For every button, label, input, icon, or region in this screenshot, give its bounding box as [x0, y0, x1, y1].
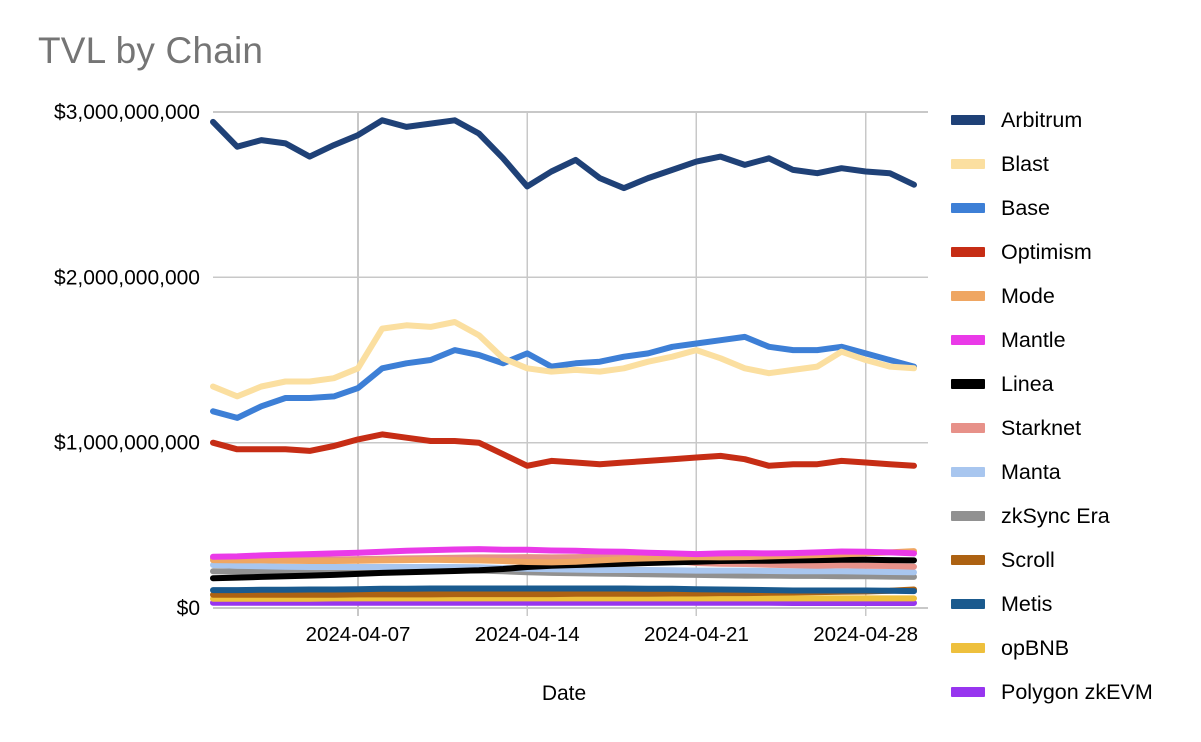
- legend-item-label: Polygon zkEVM: [1001, 679, 1153, 704]
- x-axis-tick-label: 2024-04-14: [475, 623, 580, 646]
- legend-item-manta[interactable]: Manta: [951, 450, 1201, 494]
- legend-swatch-icon: [951, 687, 985, 697]
- legend-item-starknet[interactable]: Starknet: [951, 406, 1201, 450]
- legend-item-arbitrum[interactable]: Arbitrum: [951, 98, 1201, 142]
- legend-item-optimism[interactable]: Optimism: [951, 230, 1201, 274]
- legend-item-label: Base: [1001, 195, 1051, 220]
- x-axis-title: Date: [542, 682, 586, 705]
- legend-swatch-icon: [951, 467, 985, 477]
- legend-item-metis[interactable]: Metis: [951, 582, 1201, 626]
- x-axis-tick-label: 2024-04-21: [644, 623, 749, 646]
- legend-swatch-icon: [951, 423, 985, 433]
- series-line-optimism: [210, 431, 917, 469]
- series-line-blast: [210, 319, 917, 400]
- legend-item-label: Manta: [1001, 459, 1061, 484]
- legend-item-label: Mode: [1001, 283, 1055, 308]
- y-axis-tick-labels: $3,000,000,000 $2,000,000,000 $1,000,000,0…: [54, 101, 200, 620]
- legend-item-linea[interactable]: Linea: [951, 362, 1201, 406]
- legend-swatch-icon: [951, 643, 985, 653]
- x-axis-tick-label: 2024-04-07: [306, 623, 411, 646]
- legend-item-scroll[interactable]: Scroll: [951, 538, 1201, 582]
- legend-item-blast[interactable]: Blast: [951, 142, 1201, 186]
- x-axis-tick-labels: 2024-04-07 2024-04-14 2024-04-21 2024-04-28: [306, 623, 918, 646]
- legend-swatch-icon: [951, 335, 985, 345]
- legend-swatch-icon: [951, 291, 985, 301]
- legend-item-label: Mantle: [1001, 327, 1066, 352]
- y-axis-tick-label: $0: [177, 597, 200, 620]
- legend-item-label: Linea: [1001, 371, 1054, 396]
- legend-item-mode[interactable]: Mode: [951, 274, 1201, 318]
- x-axis-tick-label: 2024-04-28: [813, 623, 918, 646]
- legend-item-mantle[interactable]: Mantle: [951, 318, 1201, 362]
- legend-swatch-icon: [951, 511, 985, 521]
- legend-item-label: opBNB: [1001, 635, 1070, 660]
- legend-swatch-icon: [951, 599, 985, 609]
- legend-item-zksync-era[interactable]: zkSync Era: [951, 494, 1201, 538]
- legend-swatch-icon: [951, 203, 985, 213]
- legend-item-opbnb[interactable]: opBNB: [951, 626, 1201, 670]
- series-lines: [210, 117, 917, 606]
- legend-swatch-icon: [951, 379, 985, 389]
- legend-swatch-icon: [951, 159, 985, 169]
- legend-item-label: Optimism: [1001, 239, 1092, 264]
- y-axis-tick-label: $1,000,000,000: [54, 432, 200, 455]
- legend-item-label: Blast: [1001, 151, 1049, 176]
- legend-item-label: Arbitrum: [1001, 107, 1083, 132]
- legend-item-label: Starknet: [1001, 415, 1082, 440]
- legend-swatch-icon: [951, 555, 985, 565]
- legend-item-base[interactable]: Base: [951, 186, 1201, 230]
- legend-item-polygon-zkevm[interactable]: Polygon zkEVM: [951, 670, 1201, 714]
- y-axis-tick-label: $3,000,000,000: [54, 101, 200, 124]
- legend-swatch-icon: [951, 115, 985, 125]
- legend-swatch-icon: [951, 247, 985, 257]
- chart-legend: Arbitrum Blast Base Optimism Mode Mantle Linea…: [951, 98, 1201, 714]
- legend-item-label: Scroll: [1001, 547, 1055, 572]
- legend-item-label: Metis: [1001, 591, 1053, 616]
- y-axis-tick-label: $2,000,000,000: [54, 266, 200, 289]
- chart-container: TVL by Chain $3,000,000,000 $2,000,000,00…: [0, 0, 1201, 742]
- legend-item-label: zkSync Era: [1001, 503, 1110, 528]
- series-line-arbitrum: [210, 117, 917, 192]
- series-line-metis: [210, 585, 917, 595]
